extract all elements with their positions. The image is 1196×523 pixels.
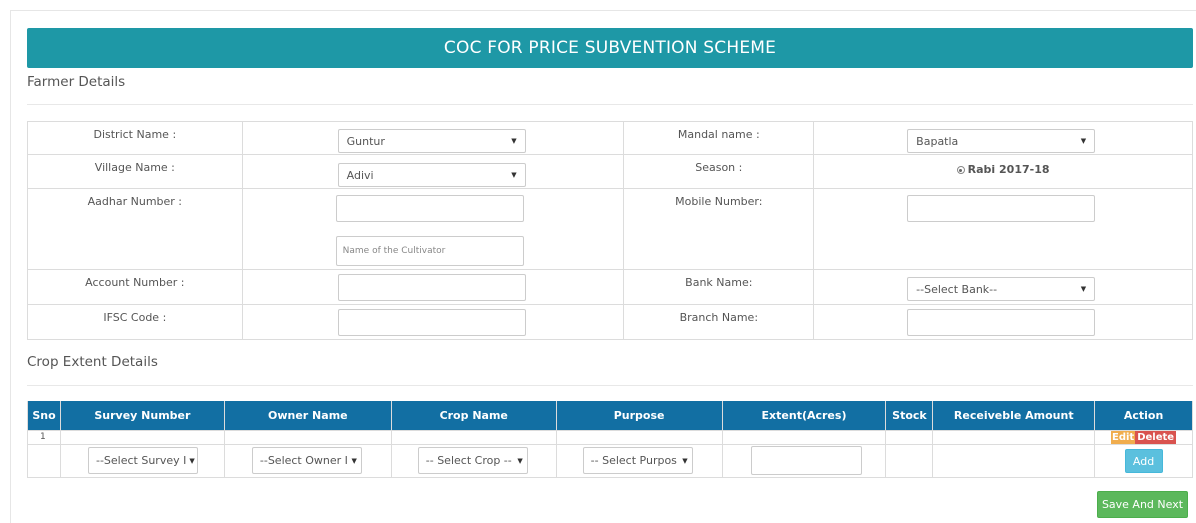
chevron-down-icon: ▼	[1080, 285, 1087, 293]
farmer-details-table: District Name : Guntur ▼ Mandal name : B…	[27, 121, 1193, 340]
aadhar-input[interactable]	[335, 195, 524, 222]
bank-label: Bank Name:	[623, 269, 815, 305]
table-row: --Select Survey I ▼ --Select Owner I ▼ -…	[27, 443, 1193, 478]
bank-select[interactable]: --Select Bank-- ▼	[907, 277, 1096, 301]
row-sno: 1	[27, 429, 61, 445]
survey-select-value: --Select Survey I	[95, 454, 187, 467]
chevron-down-icon: ▼	[682, 456, 688, 465]
column-header-crop-name: Crop Name	[390, 401, 557, 431]
chevron-down-icon: ▼	[511, 171, 517, 179]
chevron-down-icon: ▼	[511, 137, 517, 145]
owner-name-select[interactable]: --Select Owner I ▼	[251, 447, 362, 474]
account-input[interactable]	[337, 274, 526, 301]
column-header-owner-name: Owner Name	[223, 401, 392, 431]
survey-number-select[interactable]: --Select Survey I ▼	[87, 447, 198, 474]
owner-select-value: --Select Owner I	[259, 454, 348, 467]
crop-select-value: -- Select Crop --	[425, 454, 512, 467]
edit-button[interactable]: Edit	[1111, 430, 1136, 444]
aadhar-label: Aadhar Number :	[27, 188, 243, 270]
village-select[interactable]: Adivi ▼	[337, 163, 526, 187]
add-button[interactable]: Add	[1124, 448, 1163, 473]
branch-label: Branch Name:	[623, 304, 815, 340]
save-and-next-button[interactable]: Save And Next	[1097, 491, 1188, 518]
crop-extent-table: Sno Survey Number Owner Name Crop Name P…	[27, 401, 1193, 478]
divider	[27, 385, 1193, 386]
divider	[27, 104, 1193, 105]
page-title-banner: COC FOR PRICE SUBVENTION SCHEME	[27, 28, 1193, 68]
chevron-down-icon: ▼	[189, 456, 195, 465]
column-header-extent: Extent(Acres)	[721, 401, 887, 431]
farmer-details-heading: Farmer Details	[27, 74, 126, 90]
branch-input[interactable]	[907, 309, 1096, 336]
column-header-stock: Stock	[885, 401, 934, 431]
district-label: District Name :	[27, 121, 243, 155]
mandal-value: Bapatla	[916, 134, 959, 148]
column-header-action: Action	[1094, 401, 1193, 431]
crop-name-select[interactable]: -- Select Crop -- ▼	[417, 447, 528, 474]
radio-selected-icon[interactable]	[956, 166, 965, 174]
column-header-receivable-amount: Receiveble Amount	[932, 401, 1096, 431]
district-select[interactable]: Guntur ▼	[337, 129, 526, 153]
column-header-sno: Sno	[27, 401, 61, 431]
district-value: Guntur	[346, 134, 385, 148]
extent-input[interactable]	[750, 446, 862, 475]
chevron-down-icon: ▼	[1080, 137, 1087, 145]
purpose-select[interactable]: -- Select Purpos ▼	[582, 447, 693, 474]
mandal-select[interactable]: Bapatla ▼	[907, 129, 1096, 153]
cultivator-name-input[interactable]: Name of the Cultivator	[335, 236, 524, 266]
mobile-label: Mobile Number:	[623, 188, 815, 270]
delete-button[interactable]: Delete	[1135, 430, 1177, 444]
ifsc-label: IFSC Code :	[27, 304, 243, 340]
crop-extent-heading: Crop Extent Details	[27, 354, 158, 370]
ifsc-input[interactable]	[337, 309, 526, 336]
village-value: Adivi	[346, 168, 374, 182]
column-header-purpose: Purpose	[555, 401, 723, 431]
purpose-select-value: -- Select Purpos	[590, 454, 677, 467]
season-radio-group[interactable]: Rabi 2017-18	[813, 154, 1193, 189]
bank-value: --Select Bank--	[916, 282, 998, 296]
chevron-down-icon: ▼	[351, 456, 357, 465]
mobile-input[interactable]	[907, 195, 1096, 222]
season-label: Season :	[623, 154, 815, 189]
season-value: Rabi 2017-18	[967, 163, 1050, 176]
table-row: 1 Edit Delete	[27, 429, 1193, 445]
column-header-survey-number: Survey Number	[59, 401, 225, 431]
chevron-down-icon: ▼	[517, 456, 523, 465]
mandal-label: Mandal name :	[623, 121, 815, 155]
village-label: Village Name :	[27, 154, 243, 189]
account-label: Account Number :	[27, 269, 243, 305]
